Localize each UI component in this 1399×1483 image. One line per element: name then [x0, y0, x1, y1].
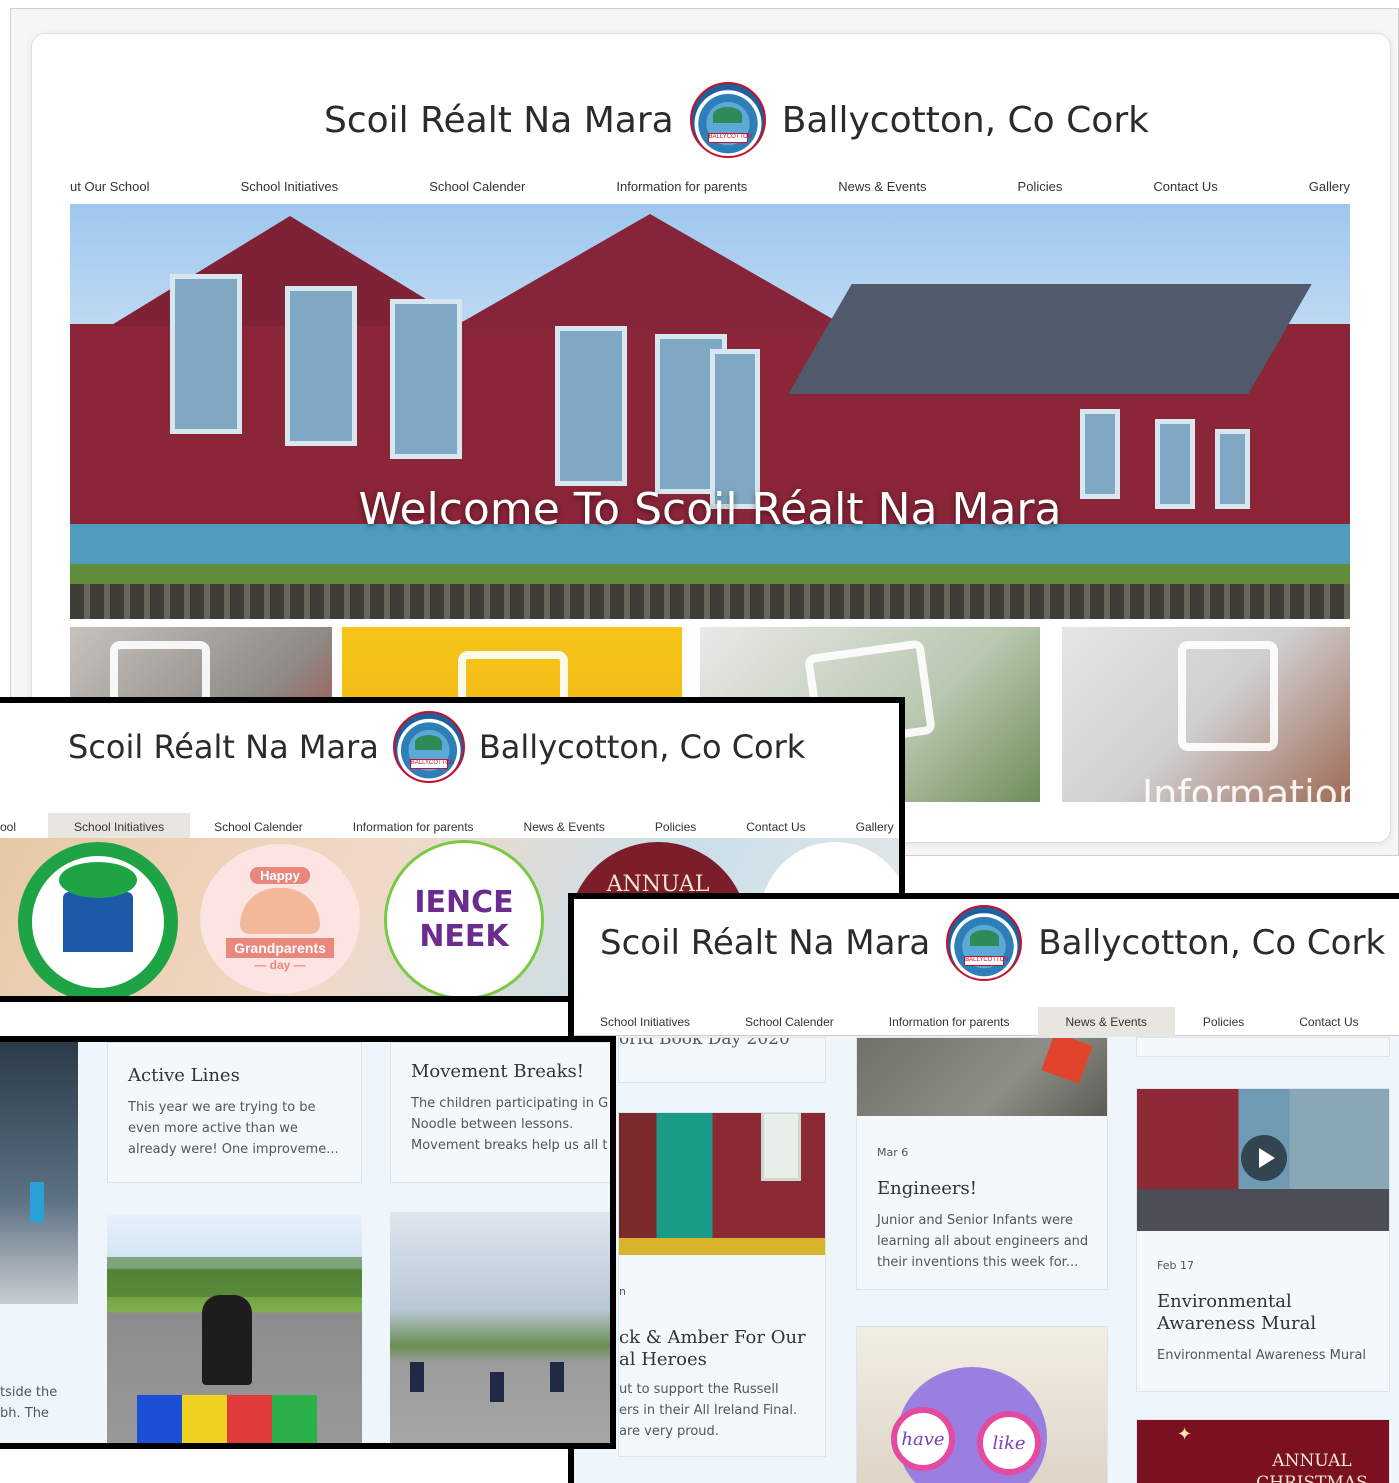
- star-icon: ✦: [1177, 1424, 1193, 1444]
- hero-banner: Welcome To Scoil Réalt Na Mara: [70, 204, 1350, 619]
- nav-school-calender[interactable]: School Calender: [214, 813, 303, 841]
- school-logo-icon: BALLYCOTTON: [689, 82, 766, 158]
- nav-news-events[interactable]: News & Events: [524, 813, 605, 841]
- news-photo-engineers: [857, 1038, 1107, 1116]
- initiative-card-active-lines[interactable]: Active Lines This year we are trying to …: [107, 1042, 362, 1183]
- news-card-top-partial[interactable]: [1136, 1037, 1390, 1057]
- news-card-title: Engineers!: [877, 1178, 977, 1199]
- tile-information[interactable]: Information: [1062, 627, 1350, 802]
- initiative-partial-text: tside the bh. The: [0, 1385, 58, 1421]
- news-date: Mar 6: [877, 1146, 909, 1159]
- nav-news-events[interactable]: News & Events: [838, 179, 926, 194]
- site-location: Ballycotton, Co Cork: [781, 99, 1149, 141]
- news-card-engineers[interactable]: Mar 6 Engineers! Junior and Senior Infan…: [856, 1037, 1108, 1290]
- news-card-title: Environmental Awareness Mural: [1157, 1291, 1317, 1334]
- nav-policies[interactable]: Policies: [1018, 179, 1063, 194]
- main-nav: ool School Initiatives School Calender I…: [0, 812, 899, 841]
- news-card-desc: Junior and Senior Infants were learning …: [877, 1213, 1089, 1270]
- tile-information-label: Information: [1142, 772, 1350, 802]
- site-location: Ballycotton, Co Cork: [478, 728, 806, 766]
- initiative-card-title: Active Lines: [128, 1065, 240, 1086]
- nav-school-calender[interactable]: School Calender: [429, 179, 525, 194]
- initiatives-list-window: tside the bh. The Active Lines This year…: [0, 1036, 616, 1449]
- news-date: Feb 17: [1157, 1259, 1194, 1272]
- main-nav: ut Our School School Initiatives School …: [70, 174, 1350, 198]
- main-nav: School Initiatives School Calender Infor…: [574, 1007, 1399, 1037]
- nav-contact[interactable]: Contact Us: [1153, 179, 1217, 194]
- document-icon: [1178, 641, 1278, 751]
- school-logo-icon: BALLYCOTTON: [946, 905, 1023, 981]
- news-photo-kindness: have like: [857, 1327, 1107, 1483]
- nav-information-parents[interactable]: Information for parents: [353, 813, 474, 841]
- nav-school-initiatives[interactable]: School Initiatives: [241, 179, 339, 194]
- site-name: Scoil Réalt Na Mara: [600, 923, 931, 963]
- grandparents-day-badge[interactable]: Happy Grandparents — day —: [200, 844, 360, 994]
- nav-information-parents[interactable]: Information for parents: [616, 179, 747, 194]
- grandparents-face-icon: [240, 887, 320, 934]
- initiative-photo-building: [0, 1042, 78, 1304]
- nav-information-parents[interactable]: Information for parents: [889, 1007, 1010, 1037]
- nav-school-initiatives[interactable]: School Initiatives: [48, 812, 191, 841]
- news-card-title: ck & Amber For Our al Heroes: [619, 1327, 806, 1370]
- news-page-window: Scoil Réalt Na Mara BALLYCOTTON Ballycot…: [568, 893, 1399, 1483]
- news-card-mural[interactable]: Feb 17 Environmental Awareness Mural Env…: [1136, 1088, 1390, 1392]
- news-card-black-amber[interactable]: n ck & Amber For Our al Heroes ut to sup…: [618, 1112, 826, 1457]
- site-name: Scoil Réalt Na Mara: [68, 728, 379, 766]
- news-card-christmas[interactable]: ANNUAL CHRISTMAS ✦: [1136, 1419, 1390, 1483]
- grandparents-happy-label: Happy: [250, 866, 310, 884]
- welcome-heading: Welcome To Scoil Réalt Na Mara: [358, 484, 1062, 535]
- news-card-title: orld Book Day 2020: [619, 1037, 790, 1049]
- nav-about[interactable]: ut Our School: [70, 179, 150, 194]
- nav-gallery[interactable]: Gallery: [856, 813, 894, 841]
- speech-bubble-like: like: [977, 1411, 1041, 1475]
- play-icon[interactable]: [1241, 1135, 1287, 1181]
- initiative-card-desc: The children participating in G Noodle b…: [411, 1096, 609, 1153]
- nav-about[interactable]: ool: [0, 813, 24, 841]
- news-card-desc: ut to support the Russell ers in their A…: [619, 1382, 798, 1439]
- initiative-card-movement-breaks[interactable]: Movement Breaks! The children participat…: [390, 1042, 610, 1183]
- science-week-badge[interactable]: IENCE NEEK: [384, 840, 544, 996]
- school-logo-icon: BALLYCOTTON: [392, 711, 465, 783]
- nav-school-initiatives[interactable]: School Initiatives: [600, 1007, 690, 1037]
- grandparents-label: Grandparents: [226, 937, 334, 958]
- site-header[interactable]: Scoil Réalt Na Mara BALLYCOTTON Ballycot…: [68, 711, 805, 783]
- book-tree-icon: [59, 862, 137, 952]
- site-header[interactable]: Scoil Réalt Na Mara BALLYCOTTON Ballycot…: [600, 905, 1385, 981]
- initiative-photo-movement-breaks: [390, 1212, 610, 1443]
- initiative-card-desc: This year we are trying to be even more …: [128, 1100, 339, 1157]
- christmas-banner-text: ANNUAL CHRISTMAS: [1256, 1451, 1368, 1483]
- nav-contact[interactable]: Contact Us: [746, 813, 805, 841]
- site-header[interactable]: Scoil Réalt Na Mara BALLYCOTTON Ballycot…: [324, 82, 1149, 158]
- speech-bubble-have: have: [891, 1407, 955, 1471]
- nav-contact[interactable]: Contact Us: [1299, 1007, 1358, 1037]
- news-date: n: [619, 1285, 626, 1298]
- nav-school-calender[interactable]: School Calender: [745, 1007, 834, 1037]
- site-location: Ballycotton, Co Cork: [1038, 923, 1386, 963]
- news-video-mural[interactable]: [1137, 1089, 1389, 1231]
- nav-policies[interactable]: Policies: [655, 813, 696, 841]
- news-photo-black-amber: [619, 1113, 825, 1255]
- news-card-kindness[interactable]: have like: [856, 1326, 1108, 1483]
- news-card-desc: Environmental Awareness Mural: [1157, 1348, 1367, 1363]
- nav-gallery[interactable]: Gallery: [1309, 179, 1350, 194]
- green-school-badge[interactable]: [18, 842, 178, 996]
- science-week-label: IENCE NEEK: [414, 885, 514, 954]
- nav-policies[interactable]: Policies: [1203, 1007, 1244, 1037]
- initiative-photo-active-lines: [107, 1215, 362, 1443]
- news-card-world-book-day[interactable]: orld Book Day 2020: [618, 1037, 826, 1083]
- site-name: Scoil Réalt Na Mara: [324, 99, 674, 141]
- initiative-card-title: Movement Breaks!: [411, 1061, 584, 1082]
- grandparents-day-label: — day —: [254, 957, 306, 972]
- nav-news-events[interactable]: News & Events: [1037, 1007, 1175, 1037]
